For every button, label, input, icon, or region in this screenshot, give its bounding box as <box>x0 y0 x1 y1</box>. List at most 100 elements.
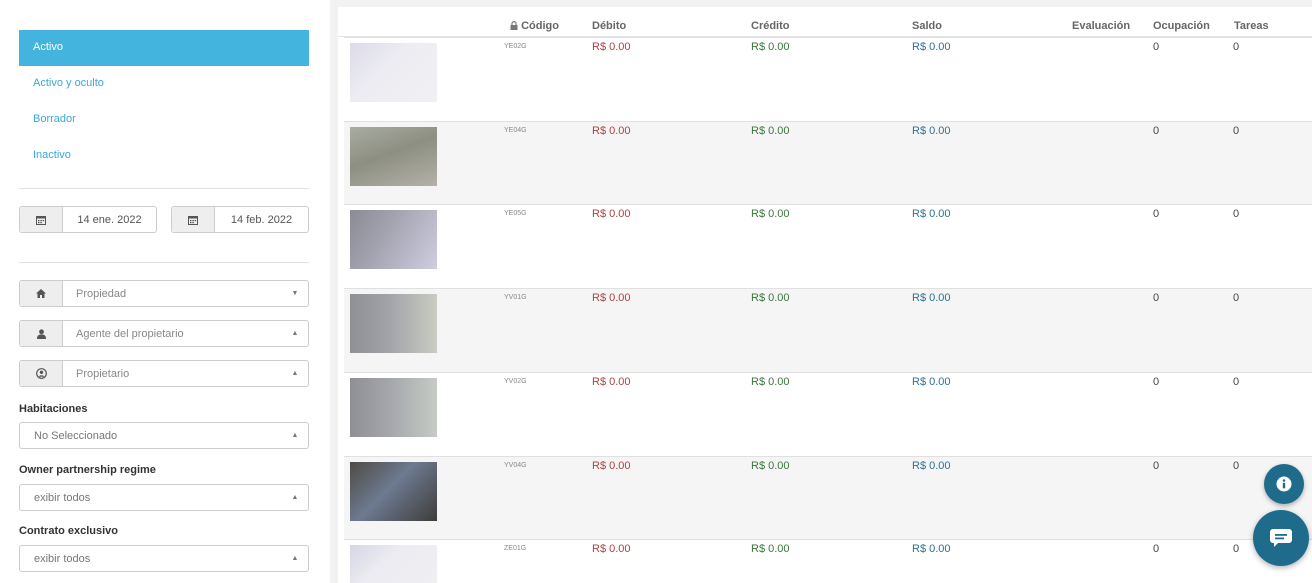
property-select[interactable]: Propiedad ▼ <box>19 280 309 307</box>
debit-value: R$ 0.00 <box>592 376 631 388</box>
rooms-select[interactable]: No Seleccionado ▲ <box>19 422 309 449</box>
property-placeholder: Propiedad <box>76 287 127 300</box>
property-thumbnail[interactable] <box>350 462 437 521</box>
credit-value: R$ 0.00 <box>751 543 790 555</box>
header-rating[interactable]: Evaluación <box>1072 20 1130 32</box>
property-code[interactable]: YV01G <box>504 294 527 301</box>
property-thumbnail[interactable] <box>350 127 437 186</box>
chevron-down-icon: ▼ <box>291 290 299 297</box>
occupancy-value: 0 <box>1153 292 1160 304</box>
tasks-value: 0 <box>1233 292 1240 304</box>
table-row[interactable]: YE02G R$ 0.00 R$ 0.00 R$ 0.00 0 0 <box>344 37 1312 121</box>
owner-placeholder: Propietario <box>76 367 130 380</box>
filters-sidebar: Activo Activo y oculto Borrador Inactivo… <box>0 0 330 583</box>
partnership-value: exibir todos <box>34 491 91 504</box>
balance-value: R$ 0.00 <box>912 208 951 220</box>
chevron-up-icon: ▲ <box>291 330 299 337</box>
occupancy-value: 0 <box>1153 460 1160 472</box>
tasks-value: 0 <box>1233 41 1240 53</box>
table-row[interactable]: YV02G R$ 0.00 R$ 0.00 R$ 0.00 0 0 <box>344 372 1312 456</box>
balance-value: R$ 0.00 <box>912 125 951 137</box>
agent-placeholder: Agente del propietario <box>76 327 184 340</box>
calendar-icon <box>172 207 215 232</box>
rooms-label: Habitaciones <box>19 403 88 415</box>
status-filter-list: Activo Activo y oculto Borrador Inactivo <box>19 30 309 174</box>
table-header: Código Débito Crédito Saldo Evaluación O… <box>338 19 1312 37</box>
table-row[interactable]: ZE01G R$ 0.00 R$ 0.00 R$ 0.00 0 0 <box>344 539 1312 583</box>
exclusive-label: Contrato exclusivo <box>19 525 119 537</box>
date-from-value[interactable]: 14 ene. 2022 <box>63 207 156 232</box>
status-item-activo-oculto[interactable]: Activo y oculto <box>19 66 309 102</box>
property-thumbnail[interactable] <box>350 378 437 437</box>
property-code[interactable]: YE05G <box>504 210 527 217</box>
header-debit[interactable]: Débito <box>592 20 626 32</box>
property-thumbnail[interactable] <box>350 545 437 583</box>
property-code[interactable]: ZE01G <box>504 545 526 552</box>
debit-value: R$ 0.00 <box>592 292 631 304</box>
agent-select[interactable]: Agente del propietario ▲ <box>19 320 309 347</box>
chat-button[interactable] <box>1253 510 1309 566</box>
property-code[interactable]: YE04G <box>504 127 527 134</box>
property-code[interactable]: YE02G <box>504 43 527 50</box>
partnership-label: Owner partnership regime <box>19 464 156 476</box>
owner-select[interactable]: Propietario ▲ <box>19 360 309 387</box>
credit-value: R$ 0.00 <box>751 41 790 53</box>
date-to-value[interactable]: 14 feb. 2022 <box>215 207 308 232</box>
divider <box>19 262 309 263</box>
partnership-select[interactable]: exibir todos ▲ <box>19 484 309 511</box>
exclusive-select[interactable]: exibir todos ▲ <box>19 545 309 572</box>
balance-value: R$ 0.00 <box>912 460 951 472</box>
credit-value: R$ 0.00 <box>751 460 790 472</box>
table-row[interactable]: YE04G R$ 0.00 R$ 0.00 R$ 0.00 0 0 <box>344 121 1312 205</box>
lock-icon <box>510 21 518 30</box>
exclusive-value: exibir todos <box>34 552 91 565</box>
occupancy-value: 0 <box>1153 125 1160 137</box>
tasks-value: 0 <box>1233 208 1240 220</box>
status-item-borrador[interactable]: Borrador <box>19 102 309 138</box>
table-row[interactable]: YE05G R$ 0.00 R$ 0.00 R$ 0.00 0 0 <box>344 204 1312 288</box>
header-credit[interactable]: Crédito <box>751 20 790 32</box>
chevron-up-icon: ▲ <box>291 555 299 562</box>
balance-value: R$ 0.00 <box>912 376 951 388</box>
header-code[interactable]: Código <box>510 20 559 32</box>
header-balance[interactable]: Saldo <box>912 20 942 32</box>
occupancy-value: 0 <box>1153 41 1160 53</box>
balance-value: R$ 0.00 <box>912 543 951 555</box>
rooms-value: No Seleccionado <box>34 429 118 442</box>
property-code[interactable]: YV04G <box>504 462 527 469</box>
credit-value: R$ 0.00 <box>751 376 790 388</box>
credit-value: R$ 0.00 <box>751 208 790 220</box>
property-thumbnail[interactable] <box>350 210 437 269</box>
property-thumbnail[interactable] <box>350 43 437 102</box>
header-occupancy[interactable]: Ocupación <box>1153 20 1210 32</box>
chevron-up-icon: ▲ <box>291 494 299 501</box>
calendar-icon <box>20 207 63 232</box>
header-tasks[interactable]: Tareas <box>1234 20 1269 32</box>
chat-icon <box>1270 529 1292 547</box>
date-from-picker[interactable]: 14 ene. 2022 <box>19 206 157 233</box>
date-to-picker[interactable]: 14 feb. 2022 <box>171 206 309 233</box>
header-code-label: Código <box>521 20 559 32</box>
balance-value: R$ 0.00 <box>912 292 951 304</box>
chevron-up-icon: ▲ <box>291 432 299 439</box>
divider <box>19 188 309 189</box>
credit-value: R$ 0.00 <box>751 125 790 137</box>
table-row[interactable]: YV01G R$ 0.00 R$ 0.00 R$ 0.00 0 0 <box>344 288 1312 372</box>
info-icon <box>1276 476 1292 492</box>
debit-value: R$ 0.00 <box>592 41 631 53</box>
debit-value: R$ 0.00 <box>592 208 631 220</box>
debit-value: R$ 0.00 <box>592 125 631 137</box>
table-row[interactable]: YV04G R$ 0.00 R$ 0.00 R$ 0.00 0 0 <box>344 456 1312 540</box>
debit-value: R$ 0.00 <box>592 460 631 472</box>
tasks-value: 0 <box>1233 376 1240 388</box>
tasks-value: 0 <box>1233 460 1240 472</box>
property-thumbnail[interactable] <box>350 294 437 353</box>
status-item-inactivo[interactable]: Inactivo <box>19 138 309 174</box>
user-icon <box>20 321 63 346</box>
user-circle-icon <box>20 361 63 386</box>
home-icon <box>20 281 63 306</box>
status-item-activo[interactable]: Activo <box>19 30 309 66</box>
occupancy-value: 0 <box>1153 543 1160 555</box>
property-code[interactable]: YV02G <box>504 378 527 385</box>
info-button[interactable] <box>1264 464 1304 504</box>
